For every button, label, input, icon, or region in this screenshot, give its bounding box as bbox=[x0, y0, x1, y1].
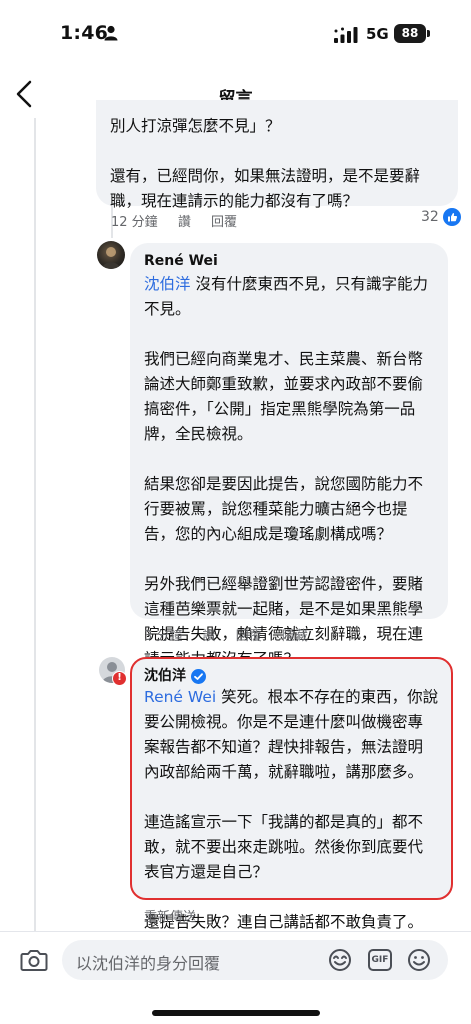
reply-text-line: 結果您卻是要因此提告，說您國防能力不 bbox=[144, 475, 424, 493]
comment-time: 12 分鐘 bbox=[111, 215, 158, 230]
reply-input[interactable]: 以沈伯洋的身分回覆 GIF bbox=[62, 940, 448, 980]
comment-author[interactable]: 沈伯洋 bbox=[144, 666, 186, 686]
reply-text-line: 搞密件，「公開」指定黑熊學院為第一品 bbox=[144, 400, 416, 418]
reply-text-line: 笑死。根本不存在的東西，你說 bbox=[216, 688, 439, 706]
reply-time: 3 分鐘 bbox=[144, 629, 183, 644]
resend-button[interactable]: 重新傳送 bbox=[144, 910, 196, 925]
reply-text-line: 另外我們已經舉證劉世芳認證密件，要賭 bbox=[144, 575, 424, 593]
resend-row: 重新傳送 bbox=[144, 906, 212, 925]
status-time: 1:46 bbox=[60, 22, 109, 44]
comment-author[interactable]: René Wei bbox=[144, 251, 218, 271]
reply-input-placeholder: 以沈伯洋的身分回覆 bbox=[76, 954, 221, 973]
reaction-summary[interactable]: 32 bbox=[421, 208, 461, 226]
battery-icon: 88 bbox=[394, 24, 426, 43]
battery-level: 88 bbox=[401, 26, 419, 40]
mention-link[interactable]: 沈伯洋 bbox=[144, 275, 191, 293]
reply-text-line: 案報告都不知道？趕快排報告，無法證明 bbox=[144, 738, 424, 756]
reply-button[interactable]: 回覆 bbox=[236, 629, 262, 644]
signal-icon bbox=[334, 27, 358, 43]
reply-text-line: 不見。 bbox=[144, 300, 191, 318]
person-icon bbox=[104, 25, 118, 41]
home-indicator bbox=[152, 1010, 320, 1016]
comment-meta: 12 分鐘 讚 回覆 bbox=[111, 211, 253, 230]
mention-link[interactable]: René Wei bbox=[144, 688, 216, 706]
reply-text-line: 沒有什麼東西不見，只有識字能力 bbox=[190, 275, 428, 293]
error-icon[interactable]: ! bbox=[112, 671, 127, 686]
status-bar: 1:46 5G 88 bbox=[0, 0, 471, 62]
reply-text-line: 論述大師鄭重致歉，並要求內政部不要偷 bbox=[144, 375, 424, 393]
reply-text-line: 內政部給兩千萬，就辭職啦，講那麼多。 bbox=[144, 763, 424, 781]
like-button[interactable]: 讚 bbox=[203, 629, 216, 644]
reply-bubble-rene[interactable]: René Wei 沈伯洋 沒有什麼東西不見，只有識字能力 不見。 我們已經向商業… bbox=[130, 243, 448, 668]
comment-bubble[interactable]: 別人打涼彈怎麼不見」？ 還有，已經問你，如果無法證明，是不是要辭 職，現在連請示… bbox=[96, 100, 458, 210]
reply-button[interactable]: 回覆 bbox=[211, 215, 237, 230]
reply-text-line: 告，您的內心組成是瓊瑤劇構成嗎？ bbox=[144, 525, 393, 543]
emoji-icon[interactable] bbox=[407, 948, 431, 972]
battery-tip bbox=[427, 30, 430, 37]
verified-badge-icon bbox=[191, 668, 206, 684]
avatar[interactable] bbox=[97, 241, 125, 269]
comment-text-partial: 別人打涼彈怎麼不見」？ bbox=[110, 117, 281, 135]
reply-meta: 3 分鐘 讚 回覆 隱藏 bbox=[144, 625, 324, 644]
reply-text-line: 牌，全民檢視。 bbox=[144, 425, 253, 443]
like-button[interactable]: 讚 bbox=[178, 215, 191, 230]
network-type: 5G bbox=[366, 25, 389, 43]
reply-text-line: 表官方還是自己？ bbox=[144, 863, 269, 881]
reply-bubble-shen[interactable]: 沈伯洋 René Wei 笑死。根本不存在的東西，你說 要公開檢視。你是不是連什… bbox=[130, 657, 453, 931]
camera-icon[interactable] bbox=[20, 948, 48, 972]
hide-button[interactable]: 隱藏 bbox=[282, 629, 308, 644]
reply-text-line: 行要被罵，說您種菜能力曠古絕今也提 bbox=[144, 500, 408, 518]
gif-icon[interactable]: GIF bbox=[368, 949, 392, 971]
like-reaction-icon bbox=[442, 208, 461, 226]
reply-text-line: 要公開檢視。你是不是連什麼叫做機密專 bbox=[144, 713, 424, 731]
reply-text-line: 我們已經向商業鬼才、民主菜農、新台幣 bbox=[144, 350, 424, 368]
reply-text-line: 這種芭樂票就一起賭，是不是如果黑熊學 bbox=[144, 600, 424, 618]
reply-text-line: 連造謠宣示一下「我講的都是真的」都不 bbox=[144, 813, 424, 831]
reply-text-line: 敢，就不要出來走跳啦。然後你到底要代 bbox=[144, 838, 424, 856]
avatar-sticker-icon[interactable] bbox=[328, 948, 352, 972]
comment-text-line: 還有，已經問你，如果無法證明，是不是要辭 bbox=[110, 167, 421, 185]
reaction-count: 32 bbox=[421, 209, 439, 225]
thread-line bbox=[34, 118, 36, 933]
